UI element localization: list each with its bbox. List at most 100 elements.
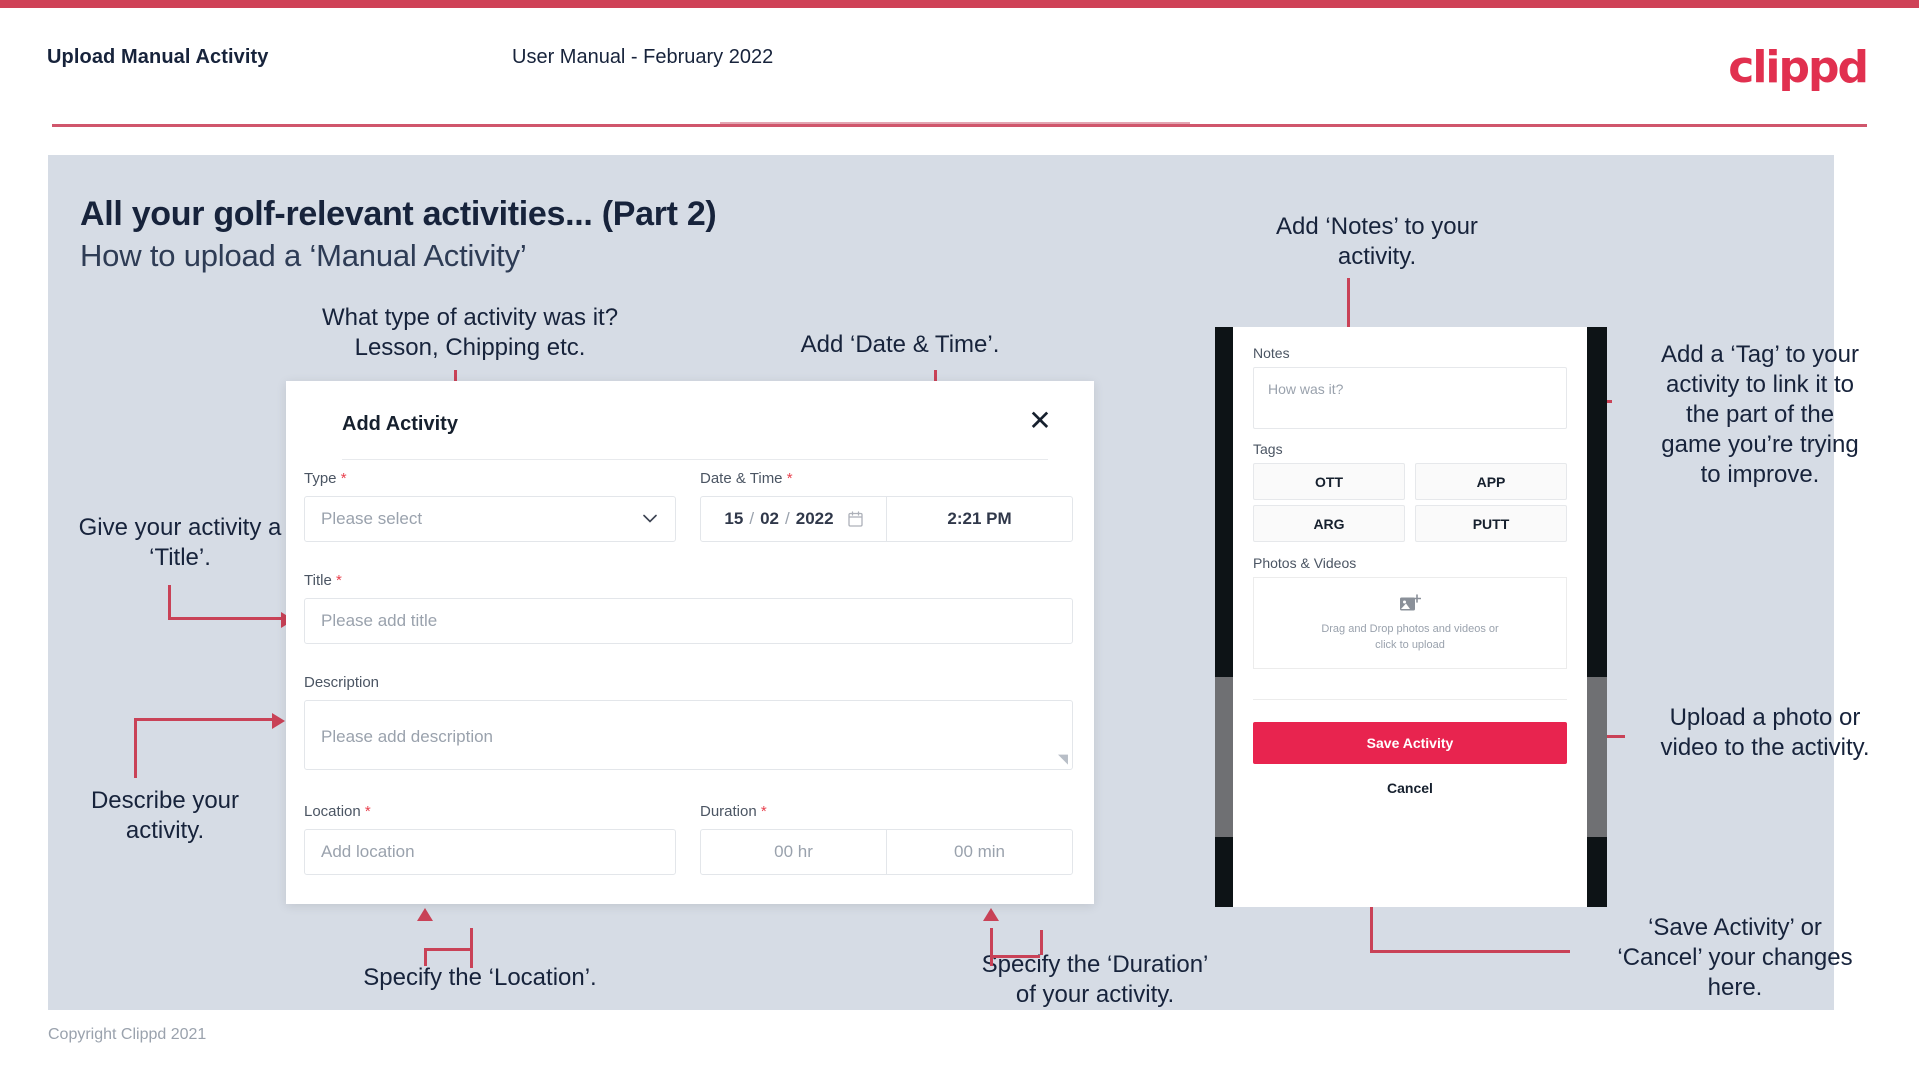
title-required-marker: * <box>335 572 342 589</box>
annotation-save: ‘Save Activity’ or ‘Cancel’ your changes… <box>1617 914 1853 1001</box>
phone-tags-label: Tags <box>1253 441 1283 457</box>
phone-tag-ott-label: OTT <box>1315 473 1343 490</box>
resize-grip-icon[interactable]: ◤ <box>1058 751 1068 767</box>
phone-tag-app[interactable]: APP <box>1415 463 1567 500</box>
connector-dur-arrow <box>983 908 999 921</box>
phone-mockup: Notes How was it? Tags OTT APP ARG PUTT … <box>1215 327 1607 907</box>
description-placeholder: Please add description <box>321 727 494 746</box>
connector-desc-arrow <box>272 713 285 729</box>
type-select[interactable]: Please select <box>304 496 676 542</box>
duration-label-text: Duration <box>700 803 757 820</box>
connector-save-h <box>1370 950 1570 953</box>
location-label: Location * <box>304 803 371 820</box>
connector-dur-h <box>990 955 1040 958</box>
phone-tag-arg-label: ARG <box>1313 515 1345 532</box>
add-image-icon <box>1400 593 1421 610</box>
datetime-required-marker: * <box>786 470 793 487</box>
duration-label: Duration * <box>700 803 767 820</box>
type-placeholder: Please select <box>321 509 423 528</box>
connector-title-v <box>168 585 171 620</box>
save-activity-button[interactable]: Save Activity <box>1253 722 1567 764</box>
header-left-title: Upload Manual Activity <box>47 46 269 68</box>
cancel-button[interactable]: Cancel <box>1253 780 1567 796</box>
phone-notes-label: Notes <box>1253 345 1290 361</box>
phone-photos-label: Photos & Videos <box>1253 555 1357 571</box>
slide-heading: All your golf-relevant activities... (Pa… <box>80 195 717 233</box>
modal-title: Add Activity <box>342 413 458 435</box>
datetime-label: Date & Time * <box>700 470 793 487</box>
annotation-description: Describe your activity. <box>90 787 240 844</box>
connector-loc-arrow <box>417 908 433 921</box>
duration-minutes-input[interactable]: 00 min <box>887 830 1072 874</box>
title-placeholder: Please add title <box>321 611 438 630</box>
location-required-marker: * <box>364 803 371 820</box>
description-label-text: Description <box>304 674 380 691</box>
phone-tag-putt[interactable]: PUTT <box>1415 505 1567 542</box>
phone-notes-placeholder: How was it? <box>1268 381 1344 397</box>
cancel-label: Cancel <box>1387 780 1433 796</box>
datetime-label-text: Date & Time <box>700 470 783 487</box>
date-month: 02 <box>760 509 779 528</box>
date-input[interactable]: 15 / 02 / 2022 <box>701 497 887 541</box>
close-icon[interactable]: ✕ <box>1024 405 1056 437</box>
duration-hours-value: 00 hr <box>774 842 813 861</box>
time-input[interactable]: 2:21 PM <box>887 497 1072 541</box>
connector-dur-v2 <box>1040 930 1043 955</box>
connector-dur-v1 <box>990 928 993 966</box>
footer-copyright: Copyright Clippd 2021 <box>48 1026 207 1043</box>
title-input[interactable]: Please add title <box>304 598 1073 644</box>
title-label: Title * <box>304 572 342 589</box>
phone-tag-ott[interactable]: OTT <box>1253 463 1405 500</box>
phone-notes-input[interactable]: How was it? <box>1253 367 1567 429</box>
calendar-icon[interactable] <box>847 511 863 527</box>
annotation-photos: Upload a photo or video to the activity. <box>1660 704 1870 761</box>
phone-upload-hint-line2: click to upload <box>1375 638 1445 651</box>
phone-screen: Notes How was it? Tags OTT APP ARG PUTT … <box>1233 327 1587 907</box>
type-required-marker: * <box>340 470 347 487</box>
phone-bezel-left-top <box>1215 327 1235 677</box>
duration-field[interactable]: 00 hr 00 min <box>700 829 1073 875</box>
description-textarea[interactable]: Please add description ◤ <box>304 700 1073 770</box>
phone-bezel-right-mid <box>1587 677 1607 837</box>
phone-tag-putt-label: PUTT <box>1472 515 1510 532</box>
chevron-down-icon <box>643 514 657 523</box>
date-sep-2: / <box>785 509 790 528</box>
connector-title-h <box>168 617 283 620</box>
save-activity-label: Save Activity <box>1366 735 1454 751</box>
annotation-tags: Add a ‘Tag’ to your activity to link it … <box>1661 341 1859 488</box>
modal-divider <box>342 459 1048 460</box>
connector-desc-v <box>134 718 137 778</box>
type-label-text: Type <box>304 470 337 487</box>
datetime-field[interactable]: 15 / 02 / 2022 2:21 PM <box>700 496 1073 542</box>
phone-bezel-right-top <box>1587 327 1607 677</box>
duration-required-marker: * <box>760 803 767 820</box>
phone-bezel-left-mid <box>1215 677 1235 837</box>
slide-subheading: How to upload a ‘Manual Activity’ <box>80 238 527 273</box>
date-year: 2022 <box>795 509 834 528</box>
location-placeholder: Add location <box>321 842 415 861</box>
location-input[interactable]: Add location <box>304 829 676 875</box>
date-sep-1: / <box>749 509 755 528</box>
annotation-duration: Specify the ‘Duration’ of your activity. <box>981 951 1209 1008</box>
annotation-location: Specify the ‘Location’. <box>363 964 597 991</box>
annotation-title: Give your activity a ‘Title’. <box>78 514 282 571</box>
top-accent-bar <box>0 0 1919 8</box>
phone-divider <box>1253 699 1567 700</box>
phone-upload-dropzone[interactable]: Drag and Drop photos and videos or click… <box>1253 577 1567 669</box>
annotation-type: What type of activity was it? Lesson, Ch… <box>321 304 619 361</box>
page-header: Upload Manual Activity User Manual - Feb… <box>0 8 1919 130</box>
connector-loc-h <box>424 948 472 951</box>
clippd-logo: clippd <box>1728 42 1869 93</box>
time-value: 2:21 PM <box>947 509 1012 528</box>
phone-tag-arg[interactable]: ARG <box>1253 505 1405 542</box>
connector-desc-h <box>134 718 274 721</box>
header-divider <box>52 124 1867 127</box>
annotation-datetime: Add ‘Date & Time’. <box>800 331 1000 358</box>
phone-upload-hint-line1: Drag and Drop photos and videos or <box>1321 622 1499 635</box>
annotation-notes: Add ‘Notes’ to your activity. <box>1276 213 1478 270</box>
phone-upload-hint: Drag and Drop photos and videos or click… <box>1321 621 1498 653</box>
location-label-text: Location <box>304 803 361 820</box>
connector-loc-v2 <box>424 948 427 966</box>
duration-hours-input[interactable]: 00 hr <box>701 830 887 874</box>
title-label-text: Title <box>304 572 332 589</box>
